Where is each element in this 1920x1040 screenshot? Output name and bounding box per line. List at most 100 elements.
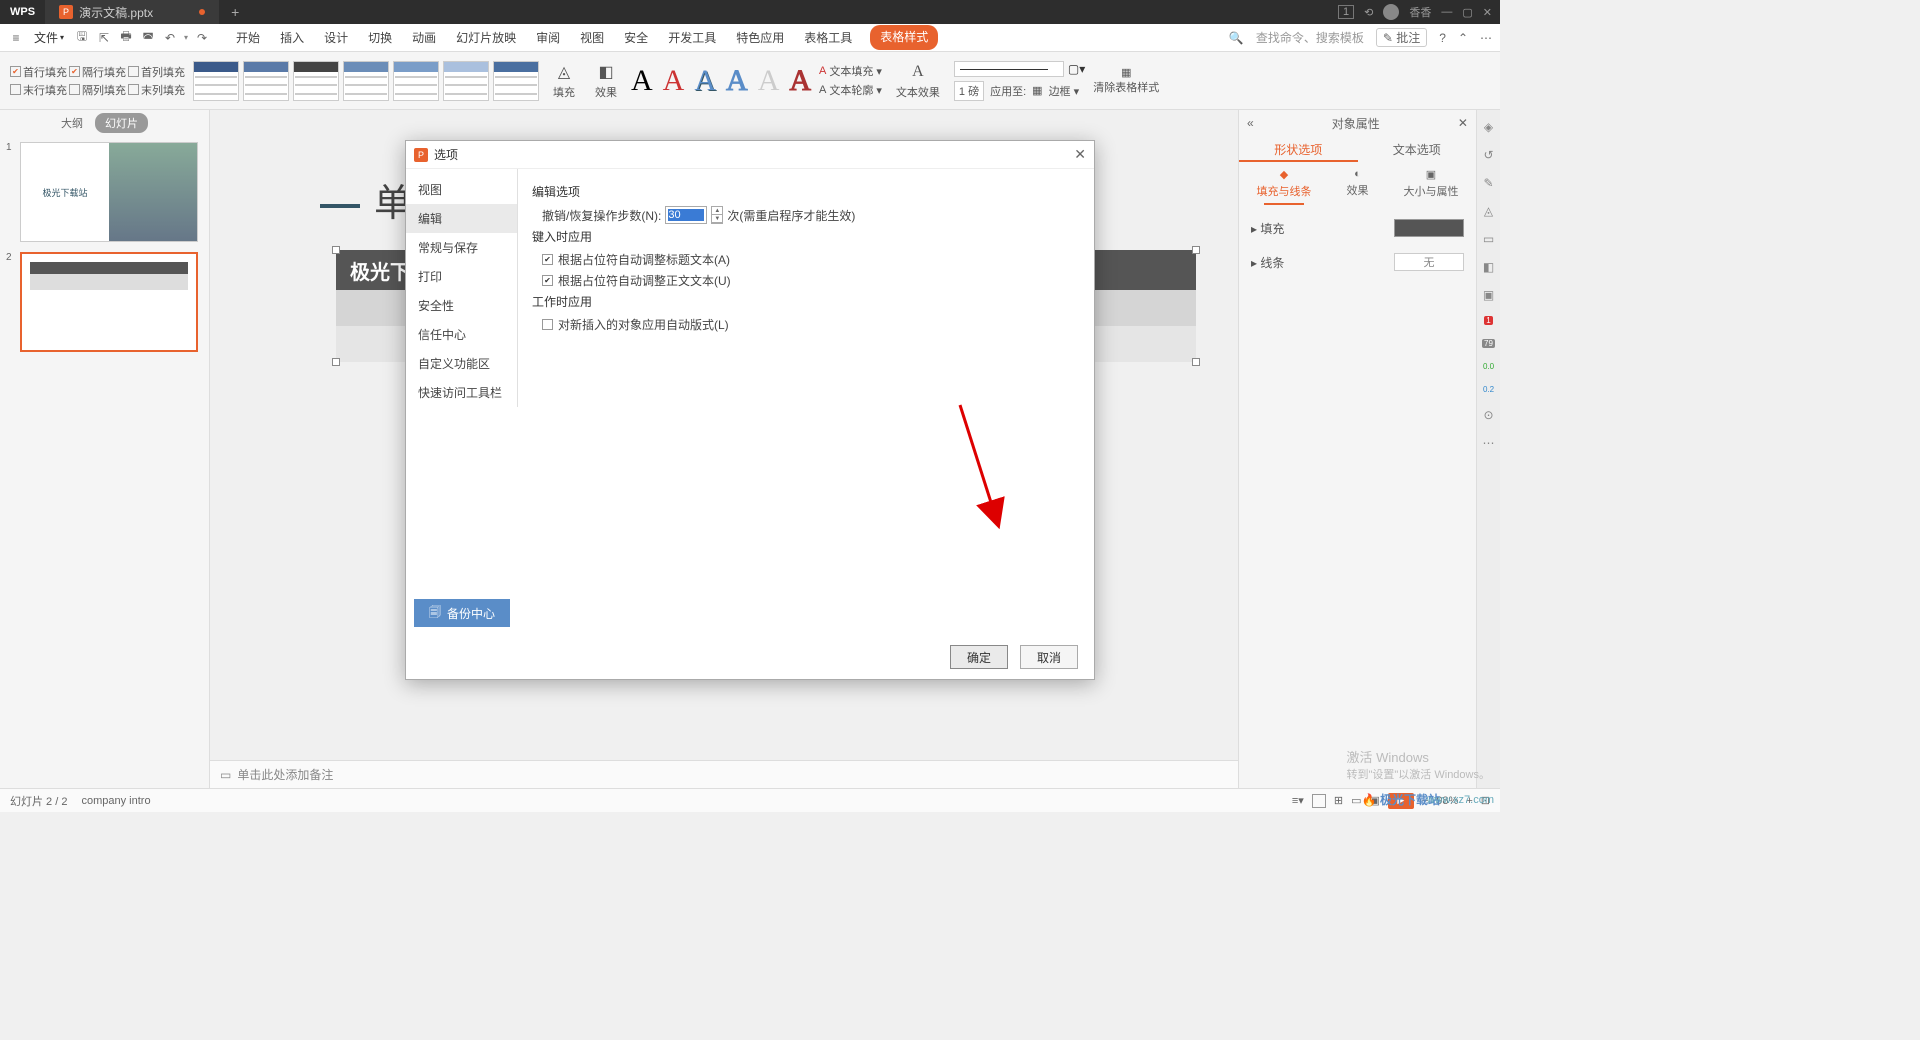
- tab-security[interactable]: 安全: [622, 25, 650, 50]
- table-style-6[interactable]: [443, 61, 489, 101]
- line-weight-select[interactable]: 1 磅: [954, 81, 984, 101]
- close-button[interactable]: ✕: [1483, 6, 1492, 19]
- batch-comment-button[interactable]: ✎ 批注: [1376, 28, 1427, 47]
- side-badge-1[interactable]: 1: [1484, 316, 1492, 325]
- maximize-button[interactable]: ▢: [1462, 6, 1472, 19]
- table-style-1[interactable]: [193, 61, 239, 101]
- wordart-4[interactable]: A: [726, 64, 748, 98]
- file-menu[interactable]: 文件 ▾: [30, 27, 68, 48]
- chk-first-col[interactable]: [128, 66, 139, 77]
- prop-tab-text[interactable]: 文本选项: [1358, 136, 1477, 162]
- tab-review[interactable]: 审阅: [534, 25, 562, 50]
- undo-spinner[interactable]: ▲▼: [711, 206, 723, 224]
- line-select[interactable]: 无: [1394, 253, 1464, 271]
- nav-view[interactable]: 视图: [406, 175, 517, 204]
- prop-sub-fill[interactable]: ◆填充与线条: [1257, 168, 1312, 205]
- chk-autofit-title[interactable]: ✔: [542, 254, 553, 265]
- chk-header-row[interactable]: ✔: [10, 66, 21, 77]
- undo-icon[interactable]: ↶: [162, 30, 178, 46]
- export-icon[interactable]: ⇱: [96, 30, 112, 46]
- slide-thumb-1[interactable]: 极光下载站: [20, 142, 198, 242]
- nav-edit[interactable]: 编辑: [406, 204, 517, 233]
- side-more-icon[interactable]: ⋯: [1483, 436, 1495, 450]
- chk-banded-cols[interactable]: [69, 84, 80, 95]
- wordart-5[interactable]: A: [758, 64, 780, 98]
- side-icon-1[interactable]: ◈: [1484, 120, 1493, 134]
- minimize-button[interactable]: —: [1441, 6, 1452, 18]
- nav-general[interactable]: 常规与保存: [406, 233, 517, 262]
- outline-tab[interactable]: 大纲: [61, 115, 83, 131]
- side-icon-3[interactable]: ✎: [1483, 176, 1493, 190]
- prop-close-icon[interactable]: ✕: [1458, 116, 1468, 130]
- prop-sub-effect[interactable]: ◐效果: [1347, 168, 1369, 205]
- side-icon-8[interactable]: ⊙: [1483, 408, 1493, 422]
- fill-button[interactable]: ◬填充: [547, 62, 581, 100]
- undo-dropdown-icon[interactable]: ▾: [184, 33, 188, 42]
- tab-transition[interactable]: 切换: [366, 25, 394, 50]
- preview-icon[interactable]: ◚: [140, 30, 156, 46]
- view-normal-icon[interactable]: [1312, 794, 1326, 808]
- tab-design[interactable]: 设计: [322, 25, 350, 50]
- view-sorter-icon[interactable]: ⊞: [1334, 794, 1343, 807]
- more-icon[interactable]: ⋯: [1480, 31, 1492, 45]
- wordart-6[interactable]: A: [789, 64, 811, 98]
- slides-tab[interactable]: 幻灯片: [95, 113, 148, 133]
- table-style-gallery[interactable]: [193, 61, 539, 101]
- table-style-7[interactable]: [493, 61, 539, 101]
- side-badge-79[interactable]: 79: [1482, 339, 1495, 348]
- side-icon-6[interactable]: ◧: [1483, 260, 1494, 274]
- tab-tabletools[interactable]: 表格工具: [802, 25, 854, 50]
- chk-banded-rows[interactable]: ✔: [69, 66, 80, 77]
- chk-total-row[interactable]: [10, 84, 21, 95]
- collapse-ribbon-icon[interactable]: ⌃: [1458, 31, 1468, 45]
- tab-slideshow[interactable]: 幻灯片放映: [454, 25, 518, 50]
- slide-thumb-2[interactable]: [20, 252, 198, 352]
- table-style-4[interactable]: [343, 61, 389, 101]
- badge-1[interactable]: 1: [1338, 5, 1354, 19]
- save-icon[interactable]: 🖫: [74, 30, 90, 46]
- line-style-select[interactable]: [954, 61, 1064, 77]
- border-button[interactable]: 边框 ▾: [1049, 83, 1080, 99]
- help-icon[interactable]: ?: [1439, 31, 1446, 45]
- ok-button[interactable]: 确定: [950, 645, 1008, 669]
- notes-toggle-icon[interactable]: ≡▾: [1292, 794, 1304, 807]
- search-placeholder[interactable]: 查找命令、搜索模板: [1256, 29, 1364, 46]
- wordart-2[interactable]: A: [663, 64, 685, 98]
- line-color-icon[interactable]: ▢▾: [1068, 62, 1085, 76]
- menu-icon[interactable]: ≡: [8, 30, 24, 46]
- effect-button[interactable]: ◧效果: [589, 62, 623, 100]
- search-icon[interactable]: 🔍: [1229, 31, 1244, 45]
- user-avatar-icon[interactable]: [1383, 4, 1399, 20]
- nav-qat[interactable]: 快速访问工具栏: [406, 378, 517, 407]
- chk-last-col[interactable]: [128, 84, 139, 95]
- text-effect-button[interactable]: A文本效果: [890, 62, 946, 100]
- sync-icon[interactable]: ⟲: [1364, 6, 1373, 19]
- new-tab-button[interactable]: +: [219, 4, 251, 20]
- prop-fill-row[interactable]: ▸ 填充: [1239, 211, 1476, 245]
- chk-autofit-body[interactable]: ✔: [542, 275, 553, 286]
- wordart-gallery[interactable]: A A A A A A: [631, 64, 811, 98]
- tab-view[interactable]: 视图: [578, 25, 606, 50]
- tab-insert[interactable]: 插入: [278, 25, 306, 50]
- dialog-close-button[interactable]: ✕: [1074, 146, 1086, 163]
- nav-custom-ribbon[interactable]: 自定义功能区: [406, 349, 517, 378]
- tab-animation[interactable]: 动画: [410, 25, 438, 50]
- tab-start[interactable]: 开始: [234, 25, 262, 50]
- table-style-2[interactable]: [243, 61, 289, 101]
- text-outline-button[interactable]: A 文本轮廓 ▾: [819, 82, 882, 98]
- side-icon-7[interactable]: ▣: [1483, 288, 1494, 302]
- table-style-3[interactable]: [293, 61, 339, 101]
- wordart-3[interactable]: A: [694, 64, 716, 98]
- document-tab[interactable]: P 演示文稿.pptx: [45, 0, 219, 24]
- table-style-5[interactable]: [393, 61, 439, 101]
- prop-line-row[interactable]: ▸ 线条 无: [1239, 245, 1476, 279]
- apply-grid-icon[interactable]: ▦: [1032, 84, 1042, 97]
- redo-icon[interactable]: ↷: [194, 30, 210, 46]
- nav-security[interactable]: 安全性: [406, 291, 517, 320]
- prop-expand-icon[interactable]: «: [1247, 116, 1254, 130]
- prop-tab-shape[interactable]: 形状选项: [1239, 136, 1358, 162]
- nav-print[interactable]: 打印: [406, 262, 517, 291]
- side-icon-5[interactable]: ▭: [1483, 232, 1494, 246]
- fill-swatch[interactable]: [1394, 219, 1464, 237]
- wordart-1[interactable]: A: [631, 64, 653, 98]
